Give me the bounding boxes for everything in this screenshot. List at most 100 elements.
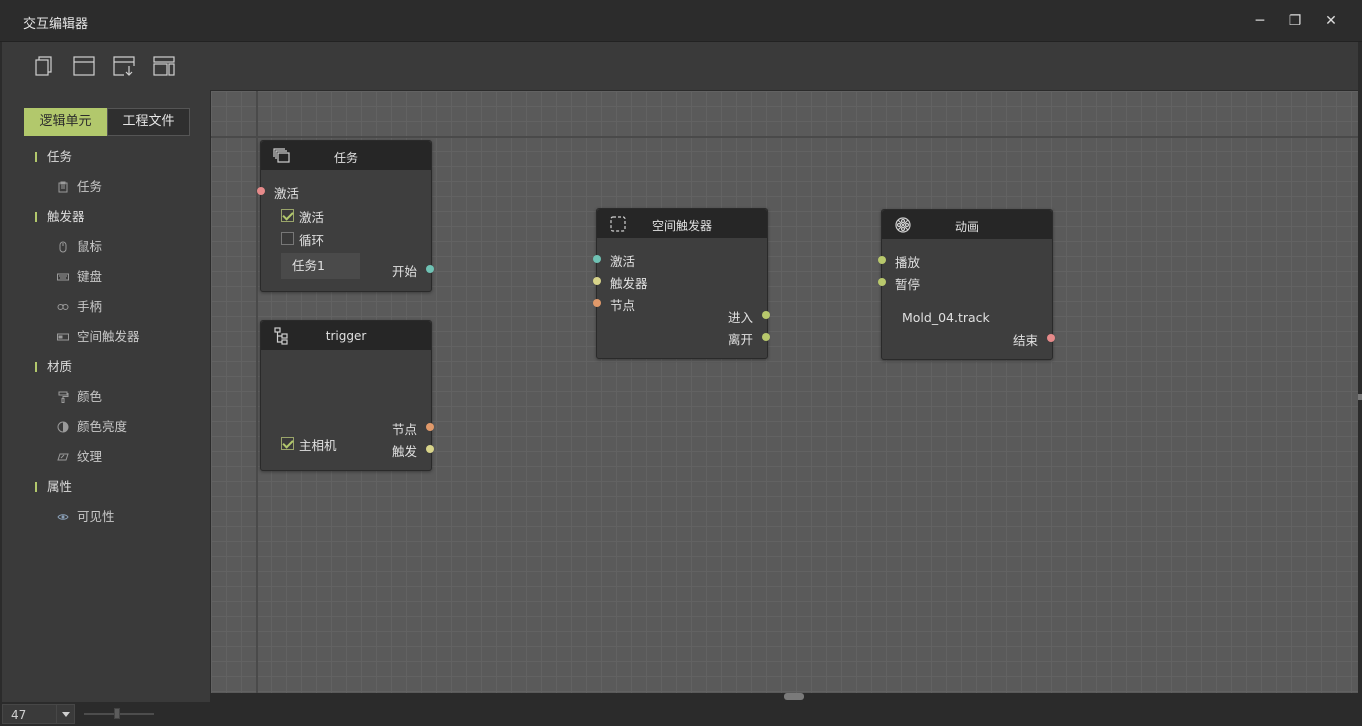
tree-item-color[interactable]: 颜色 bbox=[2, 382, 210, 412]
output-port-start[interactable] bbox=[426, 265, 434, 273]
output-port-enter[interactable] bbox=[762, 311, 770, 319]
space-trigger-icon bbox=[57, 333, 69, 341]
tree-group-material[interactable]: 材质 bbox=[2, 352, 210, 382]
paint-roller-icon bbox=[58, 391, 69, 403]
port-label: 节点 bbox=[392, 422, 418, 437]
space-trigger-node[interactable]: 空间触发器 激活 触发器 节点 进入 离开 bbox=[593, 208, 770, 359]
output-port-end[interactable] bbox=[1047, 334, 1055, 342]
tree-group-property[interactable]: 属性 bbox=[2, 472, 210, 502]
port-label: 开始 bbox=[392, 264, 418, 279]
tree-item-keyboard[interactable]: 键盘 bbox=[2, 262, 210, 292]
status-bar: 47 bbox=[0, 702, 1362, 726]
tree-item-label: 任务 bbox=[77, 179, 103, 194]
task-node[interactable]: 任务 激活 激活 循环 任务1 开始 bbox=[257, 140, 434, 292]
checkbox-label: 循环 bbox=[299, 233, 325, 248]
track-name[interactable]: Mold_04.track bbox=[902, 310, 990, 325]
close-button[interactable]: ✕ bbox=[1321, 11, 1341, 31]
tree-group-trigger[interactable]: 触发器 bbox=[2, 202, 210, 232]
tree-item-label: 手柄 bbox=[77, 299, 103, 314]
node-graph-canvas[interactable]: 任务 激活 激活 循环 任务1 开始 trigger 主相机 节点 触发 空间触… bbox=[211, 91, 1358, 693]
new-file-icon[interactable] bbox=[32, 54, 56, 78]
tree-item-texture[interactable]: 纹理 bbox=[2, 442, 210, 472]
vertical-scrollbar[interactable] bbox=[1358, 394, 1362, 400]
canvas-axis-vertical bbox=[256, 91, 258, 693]
node-title: 任务 bbox=[333, 151, 358, 165]
port-label: 激活 bbox=[274, 186, 300, 201]
clipboard-icon bbox=[58, 181, 68, 193]
horizontal-scrollbar[interactable] bbox=[784, 693, 804, 700]
zoom-slider-thumb[interactable] bbox=[114, 708, 120, 719]
tree-item-visibility[interactable]: 可见性 bbox=[2, 502, 210, 532]
input-port-node[interactable] bbox=[593, 299, 601, 307]
loop-checkbox[interactable] bbox=[281, 232, 294, 245]
node-title: 动画 bbox=[954, 220, 979, 234]
input-port-activate[interactable] bbox=[257, 187, 265, 195]
eye-icon bbox=[57, 514, 69, 520]
port-label: 暂停 bbox=[895, 277, 921, 292]
keyboard-icon bbox=[57, 273, 69, 281]
tree-item-mouse[interactable]: 鼠标 bbox=[2, 232, 210, 262]
input-port-pause[interactable] bbox=[878, 278, 886, 286]
tree-item-gamepad[interactable]: 手柄 bbox=[2, 292, 210, 322]
tree-item-label: 颜色亮度 bbox=[77, 419, 128, 434]
zoom-select[interactable]: 47 bbox=[2, 704, 75, 724]
tree-item-brightness[interactable]: 颜色亮度 bbox=[2, 412, 210, 442]
tree-item-label: 颜色 bbox=[77, 389, 103, 404]
window-title: 交互编辑器 bbox=[23, 17, 89, 32]
checkbox-label: 主相机 bbox=[299, 438, 337, 453]
port-label: 触发器 bbox=[610, 276, 648, 291]
node-title: 空间触发器 bbox=[651, 219, 712, 233]
main-camera-checkbox[interactable] bbox=[281, 437, 294, 450]
activate-checkbox[interactable] bbox=[281, 209, 294, 222]
tab-logic-units[interactable]: 逻辑单元 bbox=[24, 108, 107, 136]
animation-node[interactable]: 动画 播放 暂停 Mold_04.track 结束 bbox=[878, 209, 1055, 360]
title-bar: 交互编辑器 ─ ❐ ✕ bbox=[0, 0, 1362, 42]
port-label: 播放 bbox=[895, 255, 921, 270]
tree-item-task[interactable]: 任务 bbox=[2, 172, 210, 202]
texture-icon bbox=[57, 453, 69, 461]
input-port-play[interactable] bbox=[878, 256, 886, 264]
port-label: 激活 bbox=[610, 254, 636, 269]
tree-group-task[interactable]: 任务 bbox=[2, 142, 210, 172]
tab-project-files[interactable]: 工程文件 bbox=[107, 108, 190, 136]
tree-item-space-trigger[interactable]: 空间触发器 bbox=[2, 322, 210, 352]
input-port-trigger[interactable] bbox=[593, 277, 601, 285]
restore-button[interactable]: ❐ bbox=[1285, 11, 1305, 31]
port-label: 离开 bbox=[728, 332, 754, 347]
node-title: trigger bbox=[325, 329, 367, 343]
input-port-activate[interactable] bbox=[593, 255, 601, 263]
output-port-node[interactable] bbox=[426, 423, 434, 431]
output-port-fire[interactable] bbox=[426, 445, 434, 453]
layout-icon[interactable] bbox=[152, 54, 176, 78]
node-header[interactable]: 空间触发器 bbox=[597, 209, 767, 238]
sidebar-tabs: 逻辑单元 工程文件 bbox=[24, 108, 190, 136]
minimize-button[interactable]: ─ bbox=[1250, 11, 1270, 31]
sidebar: 逻辑单元 工程文件 任务 任务 触发器 鼠标 键盘 手柄 空间触发器 材质 颜色 bbox=[2, 90, 210, 702]
tree-item-label: 空间触发器 bbox=[77, 329, 140, 344]
canvas-axis-horizontal bbox=[211, 136, 1358, 138]
node-header[interactable]: 任务 bbox=[261, 141, 431, 170]
zoom-value: 47 bbox=[11, 708, 27, 722]
output-port-leave[interactable] bbox=[762, 333, 770, 341]
gamepad-icon bbox=[57, 304, 69, 310]
port-label: 进入 bbox=[728, 310, 754, 325]
trigger-node[interactable]: trigger 主相机 节点 触发 bbox=[260, 320, 434, 471]
tree-item-label: 纹理 bbox=[77, 449, 103, 464]
port-label: 触发 bbox=[392, 444, 418, 459]
checkbox-label: 激活 bbox=[299, 210, 325, 225]
port-label: 结束 bbox=[1013, 333, 1039, 348]
node-header[interactable]: trigger bbox=[261, 321, 431, 350]
window-icon[interactable] bbox=[72, 54, 96, 78]
mouse-icon bbox=[59, 241, 67, 253]
import-icon[interactable] bbox=[112, 54, 136, 78]
tree-item-label: 可见性 bbox=[77, 509, 115, 524]
tree-item-label: 鼠标 bbox=[77, 239, 103, 254]
task-name-field[interactable]: 任务1 bbox=[281, 253, 360, 279]
toolbar bbox=[2, 42, 1358, 90]
contrast-icon bbox=[57, 421, 69, 433]
port-label: 节点 bbox=[610, 298, 636, 313]
chevron-down-icon[interactable] bbox=[56, 705, 74, 723]
logic-unit-tree: 任务 任务 触发器 鼠标 键盘 手柄 空间触发器 材质 颜色 颜色亮度 纹理 属… bbox=[2, 142, 210, 532]
node-header[interactable]: 动画 bbox=[882, 210, 1052, 239]
tree-item-label: 键盘 bbox=[77, 269, 103, 284]
